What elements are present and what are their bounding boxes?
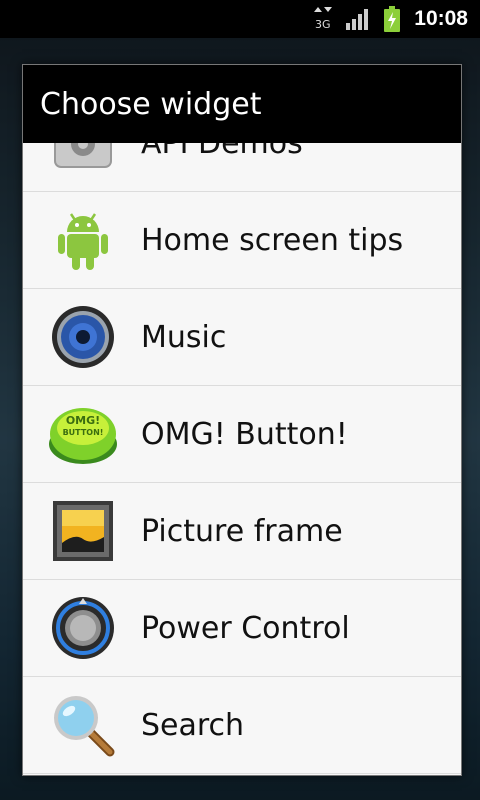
choose-widget-dialog: Choose widget API Demos Home screen tips… xyxy=(22,64,462,776)
android-icon xyxy=(48,205,118,275)
speaker-icon xyxy=(48,302,118,372)
svg-text:BUTTON!: BUTTON! xyxy=(63,428,104,437)
list-item-search[interactable]: Search xyxy=(23,677,461,774)
item-label: Search xyxy=(141,707,245,743)
battery-charging-icon xyxy=(384,6,401,32)
dialog-title: Choose widget xyxy=(40,86,262,122)
item-label: Power Control xyxy=(141,610,350,646)
list-item-power-control[interactable]: Power Control xyxy=(23,580,461,677)
list-item-omg-button[interactable]: OMG! BUTTON! OMG! Button! xyxy=(23,386,461,483)
item-label: Home screen tips xyxy=(141,222,404,258)
item-label: Picture frame xyxy=(141,513,343,549)
network-3g-icon: 3G xyxy=(314,6,333,32)
magnifier-icon xyxy=(48,690,118,760)
dialog-title-bar: Choose widget xyxy=(23,65,461,143)
svg-text:OMG!: OMG! xyxy=(66,414,100,427)
widget-list[interactable]: API Demos Home screen tips Music OMG! BU… xyxy=(23,95,461,774)
item-label: OMG! Button! xyxy=(141,416,348,452)
list-item-picture-frame[interactable]: Picture frame xyxy=(23,483,461,580)
item-label: Music xyxy=(141,319,227,355)
network-type-label: 3G xyxy=(315,18,331,31)
list-item-home-screen-tips[interactable]: Home screen tips xyxy=(23,192,461,289)
status-bar: 3G 10:08 xyxy=(0,0,480,38)
clock: 10:08 xyxy=(414,7,468,30)
list-item-music[interactable]: Music xyxy=(23,289,461,386)
picture-frame-icon xyxy=(48,496,118,566)
power-knob-icon xyxy=(48,593,118,663)
omg-button-icon: OMG! BUTTON! xyxy=(48,399,118,469)
signal-strength-icon xyxy=(346,8,370,30)
